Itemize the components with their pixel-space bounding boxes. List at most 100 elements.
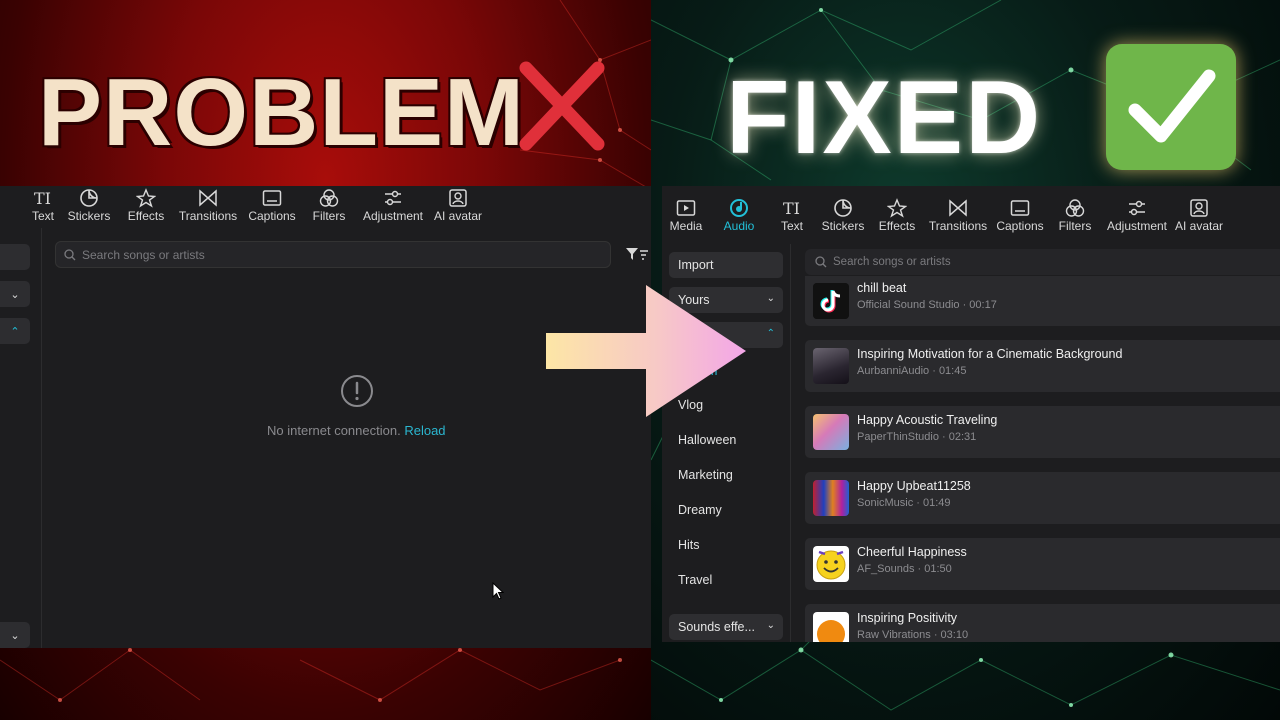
left-toolbar: TI Text Stickers Effects Transitions Cap…: [26, 186, 486, 236]
song-item[interactable]: Happy Acoustic Traveling PaperThinStudio…: [805, 406, 1280, 458]
song-title: Happy Upbeat11258: [857, 479, 971, 493]
avatar-icon: [448, 188, 468, 208]
sidebar-import-button[interactable]: Import: [669, 252, 783, 278]
red-x-icon: [519, 61, 605, 151]
tool-filters[interactable]: Filters: [302, 186, 356, 236]
tool-transitions[interactable]: Transitions: [920, 196, 996, 246]
tool-label: Transitions: [178, 209, 238, 223]
error-text: No internet connection.: [267, 423, 401, 438]
sidebar-divider: [790, 244, 791, 642]
tool-label: Effects: [878, 219, 916, 233]
song-item[interactable]: Inspiring Positivity Raw Vibrations · 03…: [805, 604, 1280, 642]
sidebar-item-travel[interactable]: Travel: [678, 573, 712, 587]
tool-label: Effects: [127, 209, 165, 223]
transition-icon: [198, 188, 218, 208]
tool-captions[interactable]: Captions: [996, 196, 1044, 246]
right-toolbar: Media Audio TI Text Stickers Effects Tra…: [666, 196, 1230, 246]
captions-icon: [1010, 198, 1030, 218]
sidebar-sounds-effects-dropdown[interactable]: Sounds effe... ⌄: [669, 614, 783, 640]
album-art-image: [813, 348, 849, 384]
sidebar-dropdown-bottom[interactable]: ⌄: [0, 622, 30, 648]
tool-label: Filters: [1058, 219, 1092, 233]
tool-audio[interactable]: Audio: [706, 196, 772, 246]
text-icon: TI: [33, 188, 53, 208]
search-input[interactable]: Search songs or artists: [805, 249, 1280, 275]
fixed-app-panel: Media Audio TI Text Stickers Effects Tra…: [662, 186, 1280, 642]
tool-filters[interactable]: Filters: [1044, 196, 1106, 246]
song-meta: Raw Vibrations · 03:10: [857, 629, 969, 641]
smiley-icon: [813, 546, 849, 582]
tool-text[interactable]: TI Text: [26, 186, 60, 236]
tool-stickers[interactable]: Stickers: [812, 196, 874, 246]
album-art-image: [813, 612, 849, 642]
song-meta: SonicMusic · 01:49: [857, 497, 951, 509]
reload-link[interactable]: Reload: [404, 423, 445, 438]
tool-label: Text: [31, 209, 54, 223]
problem-app-panel: TI Text Stickers Effects Transitions Cap…: [0, 186, 651, 648]
chevron-down-icon: ⌄: [10, 288, 20, 301]
sidebar-divider: [41, 228, 42, 648]
song-title: Cheerful Happiness: [857, 545, 967, 559]
sidebar-item-label: Import: [678, 258, 714, 272]
sidebar-dropdown[interactable]: ⌄: [0, 281, 30, 307]
tool-effects[interactable]: Effects: [118, 186, 174, 236]
captions-icon: [262, 188, 282, 208]
song-item[interactable]: chill beat Official Sound Studio · 00:17: [805, 276, 1280, 326]
tool-adjustment[interactable]: Adjustment: [1106, 196, 1168, 246]
adjustment-icon: [1127, 198, 1147, 218]
tool-adjustment[interactable]: Adjustment: [356, 186, 430, 236]
tool-stickers[interactable]: Stickers: [60, 186, 118, 236]
sidebar-item-dreamy[interactable]: Dreamy: [678, 503, 722, 517]
sidebar-item-halloween[interactable]: Halloween: [678, 433, 736, 447]
filter-icon[interactable]: [624, 245, 650, 263]
tool-label: AI avatar: [433, 209, 483, 223]
chevron-down-icon: ⌄: [766, 293, 775, 304]
tool-text[interactable]: TI Text: [772, 196, 812, 246]
search-placeholder: Search songs or artists: [833, 256, 951, 268]
song-meta: Official Sound Studio · 00:17: [857, 299, 997, 311]
text-icon: TI: [782, 198, 802, 218]
tool-label: Stickers: [821, 219, 865, 233]
tool-label: Media: [669, 219, 703, 233]
album-art-image: [813, 414, 849, 450]
fixed-headline: FIXED: [726, 60, 1043, 176]
tool-label: Adjustment: [362, 209, 424, 223]
audio-icon: [729, 198, 749, 218]
sparkle-icon: [887, 198, 907, 218]
search-input[interactable]: Search songs or artists: [55, 241, 611, 268]
sticker-icon: [833, 198, 853, 218]
sticker-icon: [79, 188, 99, 208]
sidebar-button[interactable]: [0, 244, 30, 270]
chevron-up-icon: ⌃: [10, 325, 20, 338]
tool-label: Audio: [723, 219, 755, 233]
avatar-icon: [1189, 198, 1209, 218]
tool-label: Captions: [996, 219, 1044, 233]
song-meta: AF_Sounds · 01:50: [857, 563, 952, 575]
tool-media[interactable]: Media: [666, 196, 706, 246]
sidebar-dropdown-expanded[interactable]: ⌃: [0, 318, 30, 344]
song-meta: AurbanniAudio · 01:45: [857, 365, 967, 377]
song-item[interactable]: Inspiring Motivation for a Cinematic Bac…: [805, 340, 1280, 392]
tool-transitions[interactable]: Transitions: [174, 186, 242, 236]
alert-icon: [341, 375, 373, 407]
sidebar-item-label: Sounds effe...: [678, 620, 755, 634]
tool-effects[interactable]: Effects: [874, 196, 920, 246]
tool-label: Adjustment: [1106, 219, 1168, 233]
tool-ai-avatar[interactable]: AI avatar: [430, 186, 486, 236]
song-item[interactable]: Cheerful Happiness AF_Sounds · 01:50: [805, 538, 1280, 590]
adjustment-icon: [383, 188, 403, 208]
search-icon: [64, 248, 76, 260]
tool-ai-avatar[interactable]: AI avatar: [1168, 196, 1230, 246]
search-placeholder: Search songs or artists: [82, 247, 205, 262]
tiktok-icon: [813, 283, 849, 319]
song-meta: PaperThinStudio · 02:31: [857, 431, 977, 443]
sidebar-item-marketing[interactable]: Marketing: [678, 468, 733, 482]
song-title: chill beat: [857, 281, 907, 295]
tool-captions[interactable]: Captions: [242, 186, 302, 236]
sparkle-icon: [136, 188, 156, 208]
tool-label: AI avatar: [1174, 219, 1224, 233]
song-title: Inspiring Positivity: [857, 611, 958, 625]
tool-label: Text: [780, 219, 803, 233]
song-item[interactable]: Happy Upbeat11258 SonicMusic · 01:49: [805, 472, 1280, 524]
sidebar-item-hits[interactable]: Hits: [678, 538, 700, 552]
